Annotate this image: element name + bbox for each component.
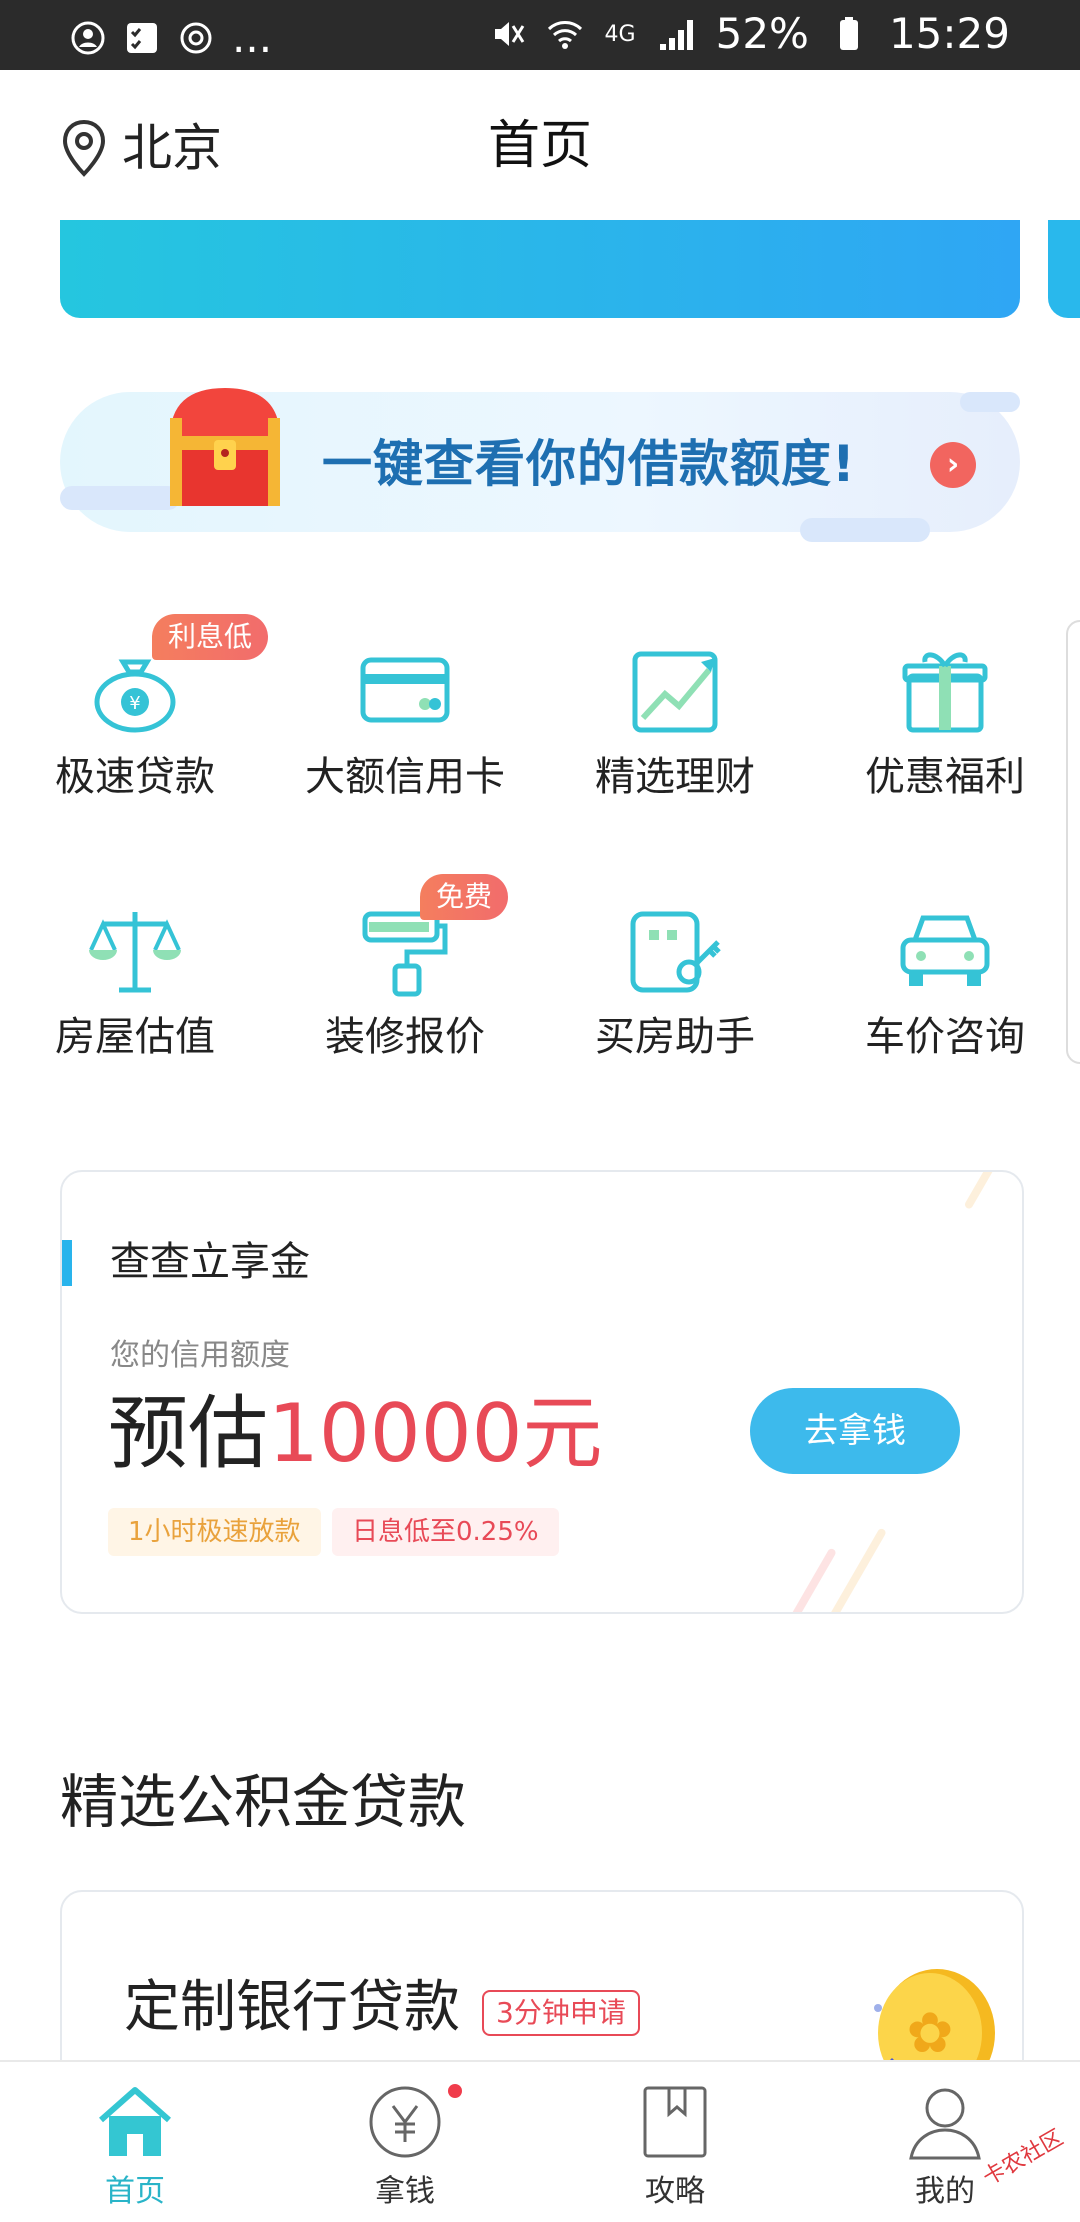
car-icon xyxy=(900,915,990,986)
grid-label: 极速贷款 xyxy=(55,754,215,800)
grid-label: 买房助手 xyxy=(595,1014,755,1060)
card-subtitle: 您的信用额度 xyxy=(110,1338,290,1373)
carousel-next-banner[interactable] xyxy=(1048,220,1080,318)
estimate-amount: 10000元 xyxy=(268,1387,603,1480)
grid-item-renovation[interactable]: 免费 装修报价 xyxy=(270,874,540,1100)
mute-icon xyxy=(494,22,524,46)
card-accent-bar xyxy=(62,1240,72,1286)
checklist-icon xyxy=(127,23,157,53)
sync-icon xyxy=(180,22,212,54)
grid-item-fast-loan[interactable]: ¥ 利息低 极速贷款 xyxy=(0,614,270,840)
badge-free: 免费 xyxy=(420,874,509,920)
svg-text:¥: ¥ xyxy=(129,693,140,714)
house-key-icon xyxy=(630,911,721,993)
grid-label: 装修报价 xyxy=(325,1014,485,1060)
tag-fast-release: 1小时极速放款 xyxy=(108,1508,321,1556)
credit-estimate: 预估10000元 xyxy=(108,1384,603,1484)
yen-coin-icon xyxy=(369,2086,441,2158)
loan-title: 定制银行贷款 xyxy=(124,1975,460,2040)
clock: 15:29 xyxy=(888,9,1010,58)
user-icon xyxy=(909,2088,981,2160)
get-money-button[interactable]: 去拿钱 xyxy=(750,1388,960,1474)
section-title: 精选公积金贷款 xyxy=(60,1768,467,1836)
loan-tag: 3分钟申请 xyxy=(482,1990,640,2036)
network-type: 4G xyxy=(604,21,636,47)
grid-item-house-valuation[interactable]: 房屋估值 xyxy=(0,900,270,1100)
grid-item-credit-card[interactable]: 大额信用卡 xyxy=(270,640,540,840)
chevron-right-icon[interactable]: › xyxy=(930,442,976,488)
page-title: 首页 xyxy=(487,116,592,176)
decor-line xyxy=(775,1547,837,1612)
battery-percent: 52% xyxy=(715,9,809,58)
gift-icon xyxy=(902,652,988,733)
status-bar: ... 4G 52% 15:29 xyxy=(0,0,1080,70)
grid-item-home-buying[interactable]: 买房助手 xyxy=(540,900,810,1100)
header: 北京 首页 xyxy=(0,70,1080,220)
scale-icon xyxy=(89,912,181,993)
cloud-decoration xyxy=(960,392,1020,412)
signal-icon xyxy=(659,20,693,50)
nav-get-money[interactable]: 拿钱 xyxy=(270,2062,540,2222)
account-icon xyxy=(71,21,105,55)
notification-dot xyxy=(448,2084,462,2098)
wifi-icon xyxy=(547,21,582,49)
nav-guides[interactable]: 攻略 xyxy=(540,2062,810,2222)
nav-label: 我的 xyxy=(915,2174,975,2209)
bottom-nav: 首页 拿钱 攻略 我的 xyxy=(0,2060,1080,2222)
card-title: 查查立享金 xyxy=(110,1239,310,1285)
treasure-chest-icon xyxy=(170,388,280,506)
book-icon xyxy=(643,2086,707,2158)
grid-item-car-price[interactable]: 车价咨询 xyxy=(810,900,1080,1100)
grid-label: 精选理财 xyxy=(595,754,755,800)
estimate-prefix: 预估 xyxy=(108,1387,268,1480)
floating-side-tab[interactable] xyxy=(1066,620,1080,1064)
grid-item-wealth[interactable]: 精选理财 xyxy=(540,640,810,840)
nav-label: 拿钱 xyxy=(375,2174,435,2209)
nav-home[interactable]: 首页 xyxy=(0,2062,270,2222)
decor-line xyxy=(825,1527,887,1612)
credit-card-icon xyxy=(360,657,450,723)
cloud-decoration xyxy=(800,518,930,542)
battery-icon xyxy=(839,17,858,50)
tag-daily-interest: 日息低至0.25% xyxy=(332,1508,559,1556)
grid-label: 房屋估值 xyxy=(55,1014,215,1060)
nav-label: 攻略 xyxy=(645,2174,705,2209)
credit-estimate-card[interactable]: 查查立享金 您的信用额度 预估10000元 去拿钱 1小时极速放款 日息低至0.… xyxy=(60,1170,1024,1614)
svg-text:✿: ✿ xyxy=(907,2001,954,2066)
badge-low-interest: 利息低 xyxy=(152,614,269,660)
home-icon xyxy=(99,2087,171,2156)
decor-line xyxy=(963,1172,1001,1210)
grid-label: 优惠福利 xyxy=(865,754,1025,800)
grid-label: 车价咨询 xyxy=(865,1014,1025,1060)
trend-chart-icon xyxy=(632,651,718,733)
credit-banner-text: 一键查看你的借款额度! xyxy=(322,435,856,493)
grid-label: 大额信用卡 xyxy=(305,754,505,800)
nav-label: 首页 xyxy=(105,2174,165,2209)
status-more: ... xyxy=(232,13,273,62)
grid-item-benefits[interactable]: 优惠福利 xyxy=(810,640,1080,840)
carousel-banner[interactable] xyxy=(60,220,1020,318)
